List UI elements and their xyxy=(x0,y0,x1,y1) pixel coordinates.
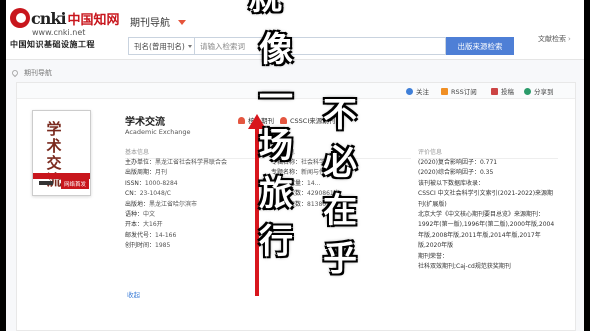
basic-row-value: 1985 xyxy=(155,242,171,250)
submit-icon xyxy=(491,87,498,95)
basic-row-key: 主办单位： xyxy=(125,159,156,166)
overlay-char: 乎 xyxy=(323,239,357,279)
logo-word: cnki xyxy=(31,8,67,28)
basic-row-key: 出版地： xyxy=(125,200,150,208)
basic-row-value: 23-1048/C xyxy=(139,190,171,198)
rss-icon xyxy=(441,87,448,95)
overlay-char: 场 xyxy=(259,126,293,166)
basic-row: 出版地：黑龙江省哈尔滨市 xyxy=(125,200,227,210)
overlay-char: 不 xyxy=(323,95,357,135)
basic-row-value: 1000-8284 xyxy=(144,179,178,187)
breadcrumb-item[interactable]: 期刊导航 xyxy=(24,68,52,78)
award-icon xyxy=(238,116,245,124)
search-input[interactable] xyxy=(195,38,445,54)
submit-button[interactable]: 投稿 xyxy=(491,86,514,96)
logo-cn-name: 中国知网 xyxy=(67,12,120,28)
nav-select-label: 期刊导航 xyxy=(130,18,170,29)
search-button[interactable]: 出版来源检索 xyxy=(446,37,514,55)
publish-row-value: 14... xyxy=(307,179,321,187)
chevron-right-icon: › xyxy=(568,35,571,43)
basic-row-key: 邮发代号： xyxy=(125,231,156,239)
basic-row: 出版周期：月刊 xyxy=(125,168,227,178)
logo-url: www.cnki.net xyxy=(32,28,86,37)
share-label: 分享到 xyxy=(534,88,554,96)
journal-toolbar: 关注 RSS订阅 投稿 分享到 xyxy=(17,83,575,99)
app-root: cnki 中国知网 www.cnki.net 中国知识基础设施工程 期刊导航 刊… xyxy=(0,0,590,331)
basic-row: 邮发代号：14-166 xyxy=(125,231,227,241)
breadcrumb: 期刊导航 xyxy=(10,68,52,78)
online-first-badge: 网络首发 xyxy=(61,179,89,189)
basic-row-value: 14-166 xyxy=(155,231,177,239)
basic-row-key: 创刊时间： xyxy=(125,242,156,250)
basic-row-value: 黑龙江省哈尔滨市 xyxy=(149,200,198,208)
evaluation-line: 社科双效期刊;Caj-cd规范获奖期刊 xyxy=(418,263,511,271)
cnki-logo[interactable]: cnki 中国知网 www.cnki.net 中国知识基础设施工程 xyxy=(10,7,122,53)
basic-row-key: ISSN： xyxy=(125,179,145,187)
overlay-char: 一 xyxy=(259,78,293,118)
overlay-char: 行 xyxy=(259,222,293,262)
basic-row-value: 中文 xyxy=(143,211,156,219)
caret-down-icon xyxy=(187,44,192,48)
location-pin-icon xyxy=(10,68,20,78)
overlay-char-top: 就 xyxy=(248,0,282,18)
journal-en-title: Academic Exchange xyxy=(125,128,191,136)
journal-cover[interactable]: 学术交流 网络首发 xyxy=(32,110,91,196)
basic-row: CN：23-1048/C xyxy=(125,189,227,199)
basic-info-list: 主办单位：黑龙江省社会科学界联合会 出版周期：月刊 ISSN：1000-8284 CN… xyxy=(125,158,227,252)
evaluation-line: 期刊荣誉： xyxy=(418,252,449,260)
basic-row-key: CN： xyxy=(125,190,140,198)
follow-button[interactable]: 关注 xyxy=(406,86,429,96)
chevron-down-icon xyxy=(178,19,186,25)
share-icon xyxy=(524,87,531,95)
journal-title: 学术交流 xyxy=(125,117,165,128)
nav-select[interactable]: 期刊导航 xyxy=(130,14,186,29)
search-type-select[interactable]: 刊名(曾用刊名) xyxy=(129,38,195,54)
cover-mark xyxy=(39,181,53,185)
basic-row-key: 出版周期： xyxy=(125,169,156,177)
basic-row: 创刊时间：1985 xyxy=(125,241,227,251)
rss-label: RSS订阅 xyxy=(451,88,477,96)
follow-label: 关注 xyxy=(416,88,429,96)
overlay-char: 在 xyxy=(323,191,357,231)
basic-row: 主办单位：黑龙江省社会科学界联合会 xyxy=(125,158,227,168)
evaluation-line: 北京大学《中文核心期刊要目总览》来源期刊： xyxy=(418,211,545,219)
evaluation-line: 该刊被以下数据库收录： xyxy=(418,179,485,187)
evaluation-line: (2020)综合影响因子：0.35 xyxy=(418,169,494,177)
journal-card: 关注 RSS订阅 投稿 分享到 学术交流 网络首发 学术交流 Academic … xyxy=(16,82,576,331)
submit-label: 投稿 xyxy=(501,88,514,96)
basic-row-key: 开本： xyxy=(125,221,144,229)
legacy-search-label: 文献检索 xyxy=(538,35,566,43)
overlay-lyric-column-1: 像一场旅行 xyxy=(256,30,296,270)
overlay-lyric-column-2: 不必在乎 xyxy=(320,95,360,287)
overlay-char: 像 xyxy=(259,30,293,70)
basic-row-key: 语种： xyxy=(125,211,144,219)
evaluation-line: (2020)复合影响因子：0.771 xyxy=(418,159,498,166)
rss-button[interactable]: RSS订阅 xyxy=(441,86,477,96)
basic-row-value: 大16开 xyxy=(143,221,163,229)
legacy-search-link[interactable]: 文献检索 › xyxy=(538,34,571,44)
search-type-label: 刊名(曾用刊名) xyxy=(134,41,185,51)
collapse-link[interactable]: 收起 xyxy=(127,289,140,299)
share-button[interactable]: 分享到 xyxy=(524,86,554,96)
basic-row-value: 月刊 xyxy=(155,169,168,177)
evaluation-line: 1992年(第一版),1996年(第二版),2000年版,2004年版,2008… xyxy=(418,221,555,250)
letterbox-right xyxy=(584,0,590,331)
cnki-logo-mark xyxy=(10,8,30,28)
basic-row: 语种：中文 xyxy=(125,210,227,220)
overlay-char: 旅 xyxy=(259,174,293,214)
basic-row-value: 黑龙江省社会科学界联合会 xyxy=(155,159,228,166)
star-icon xyxy=(406,87,413,95)
letterbox-left xyxy=(0,0,6,331)
basic-row: ISSN：1000-8284 xyxy=(125,179,227,189)
evaluation-list: (2020)复合影响因子：0.771 (2020)综合影响因子：0.35 该刊被以下… xyxy=(418,158,558,272)
basic-row: 开本：大16开 xyxy=(125,220,227,230)
overlay-char: 必 xyxy=(323,143,357,183)
evaluation-line: CSSCI 中文社会科学引文索引(2021-2022)来源期刊(扩展版) xyxy=(418,190,554,208)
logo-subtitle: 中国知识基础设施工程 xyxy=(10,40,95,49)
